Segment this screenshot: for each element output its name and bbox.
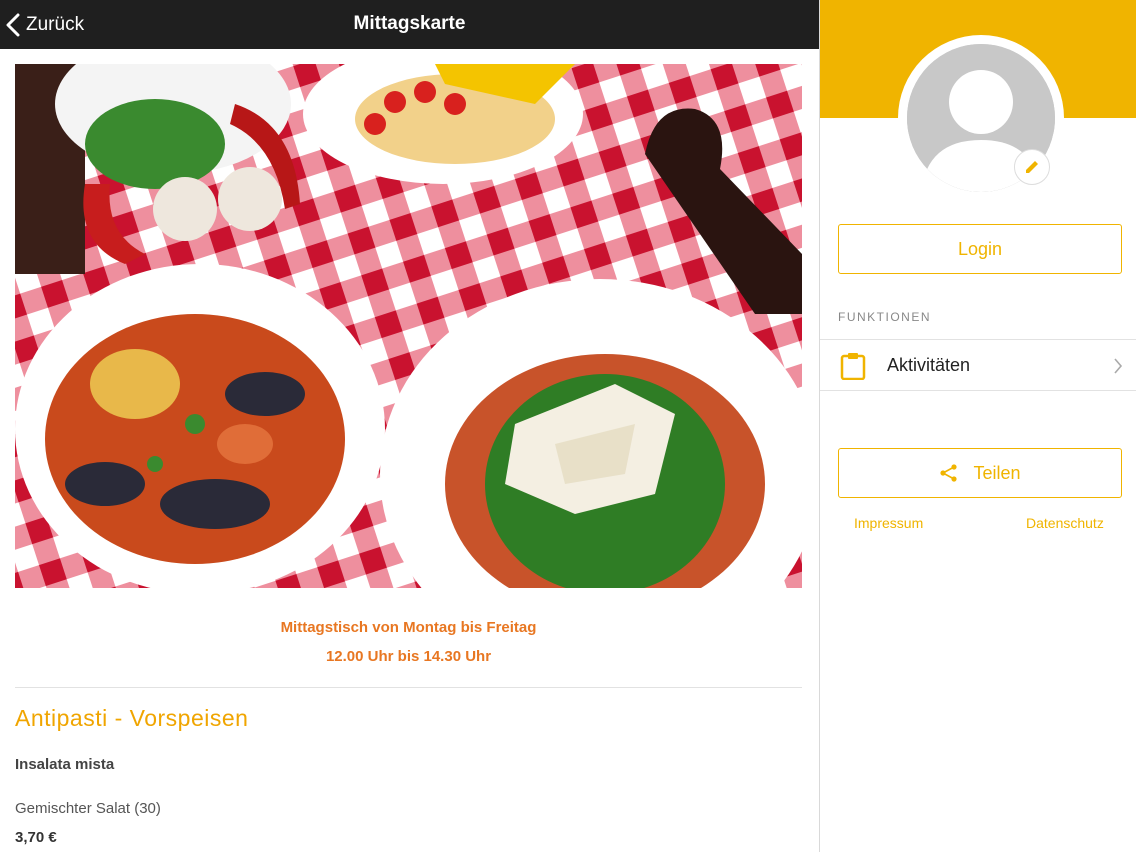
menu-section-title: Antipasti - Vorspeisen (15, 705, 249, 731)
lunch-hours-text: 12.00 Uhr bis 14.30 Uhr (325, 648, 492, 665)
food-photo (15, 64, 802, 588)
login-label: Login (957, 238, 1003, 259)
sidebar-item-activities[interactable]: Aktivitäten (820, 339, 1136, 391)
pencil-icon (1026, 161, 1038, 173)
menu-item-price: 3,70 € (15, 829, 57, 846)
page-title: Mittagskarte (353, 13, 466, 34)
functions-section-label: FUNKTIONEN (838, 310, 931, 324)
top-navigation-bar: Zurück Mittagskarte (0, 0, 819, 49)
sidebar: Login FUNKTIONEN Aktivitäten Teilen Impr… (819, 0, 1136, 852)
privacy-link[interactable]: Datenschutz (1026, 515, 1104, 531)
menu-item-name: Insalata mista (15, 756, 115, 773)
main-content: Zurück Mittagskarte Mittagstisch von Mon… (0, 0, 819, 852)
share-icon (940, 464, 958, 482)
lunch-days-text: Mittagstisch von Montag bis Freitag (280, 619, 537, 636)
impressum-link[interactable]: Impressum (854, 515, 923, 531)
menu-item-description: Gemischter Salat (30) (15, 800, 161, 817)
divider (15, 687, 802, 688)
share-button[interactable]: Teilen (838, 448, 1122, 498)
share-label: Teilen (973, 462, 1021, 483)
clipboard-icon (840, 353, 866, 380)
login-button[interactable]: Login (838, 224, 1122, 274)
sidebar-item-label: Aktivitäten (887, 355, 971, 375)
edit-avatar-button[interactable] (1014, 149, 1050, 185)
chevron-right-icon (1114, 358, 1123, 374)
